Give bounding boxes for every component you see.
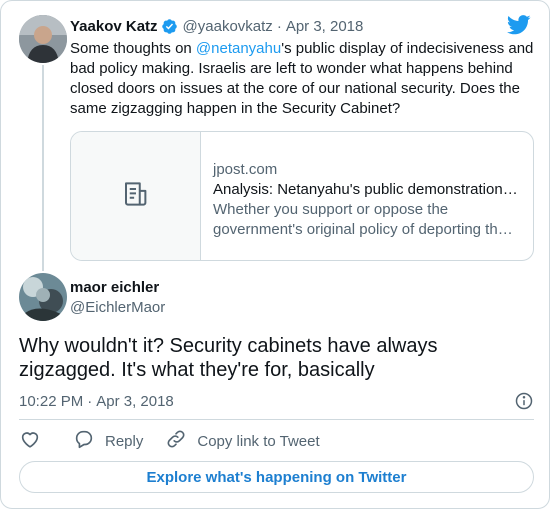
parent-author-name[interactable]: Yaakov Katz — [70, 18, 158, 35]
reply-author-handle[interactable]: @EichlerMaor — [70, 299, 165, 316]
reply-author-name[interactable]: maor eichler — [70, 279, 159, 296]
explore-twitter-button[interactable]: Explore what's happening on Twitter — [19, 461, 534, 493]
verified-badge-icon — [161, 18, 178, 35]
parent-tweet-text: Some thoughts on @netanyahu's public dis… — [70, 39, 538, 119]
like-button[interactable] — [19, 428, 41, 454]
separator-dot: · — [87, 392, 93, 410]
tweet-meta-row: 10:22 PM · Apr 3, 2018 — [19, 391, 534, 411]
reply-label: Reply — [105, 432, 144, 450]
tweet-time[interactable]: 10:22 PM — [19, 393, 83, 410]
link-icon — [165, 428, 197, 454]
link-description: Whether you support or oppose the govern… — [213, 201, 513, 238]
parent-date-link[interactable]: Apr 3, 2018 — [286, 18, 364, 35]
thread-line — [42, 65, 44, 271]
parent-header: Yaakov Katz @yaakovkatz · Apr 3, 2018 — [70, 16, 363, 36]
link-title: Analysis: Netanyahu's public demonstrati… — [213, 181, 518, 198]
mention-link[interactable]: @netanyahu — [196, 40, 281, 57]
twitter-bird-icon[interactable] — [506, 15, 531, 35]
tweet-embed-card: Yaakov Katz @yaakovkatz · Apr 3, 2018 So… — [0, 0, 550, 509]
reply-button[interactable]: Reply — [73, 428, 143, 454]
parent-author-handle[interactable]: @yaakovkatz — [183, 18, 273, 35]
reply-avatar[interactable] — [19, 273, 67, 321]
info-icon[interactable] — [514, 391, 534, 411]
copy-link-label: Copy link to Tweet — [197, 432, 320, 450]
separator-dot: · — [276, 17, 282, 35]
reply-tweet-text: Why wouldn't it? Security cabinets have … — [19, 335, 438, 381]
tweet-date[interactable]: Apr 3, 2018 — [96, 393, 174, 410]
action-bar: Reply Copy link to Tweet — [19, 430, 342, 452]
link-thumbnail — [71, 132, 201, 260]
divider — [19, 419, 534, 420]
link-domain: jpost.com — [213, 161, 278, 178]
heart-icon — [19, 428, 41, 454]
parent-text-start: Some thoughts on — [70, 40, 196, 57]
link-text-area: jpost.com Analysis: Netanyahu's public d… — [201, 132, 533, 260]
link-preview-card[interactable]: jpost.com Analysis: Netanyahu's public d… — [70, 131, 534, 261]
article-icon — [121, 179, 151, 214]
parent-avatar[interactable] — [19, 15, 67, 63]
copy-link-button[interactable]: Copy link to Tweet — [165, 428, 320, 454]
reply-bubble-icon — [73, 428, 105, 454]
